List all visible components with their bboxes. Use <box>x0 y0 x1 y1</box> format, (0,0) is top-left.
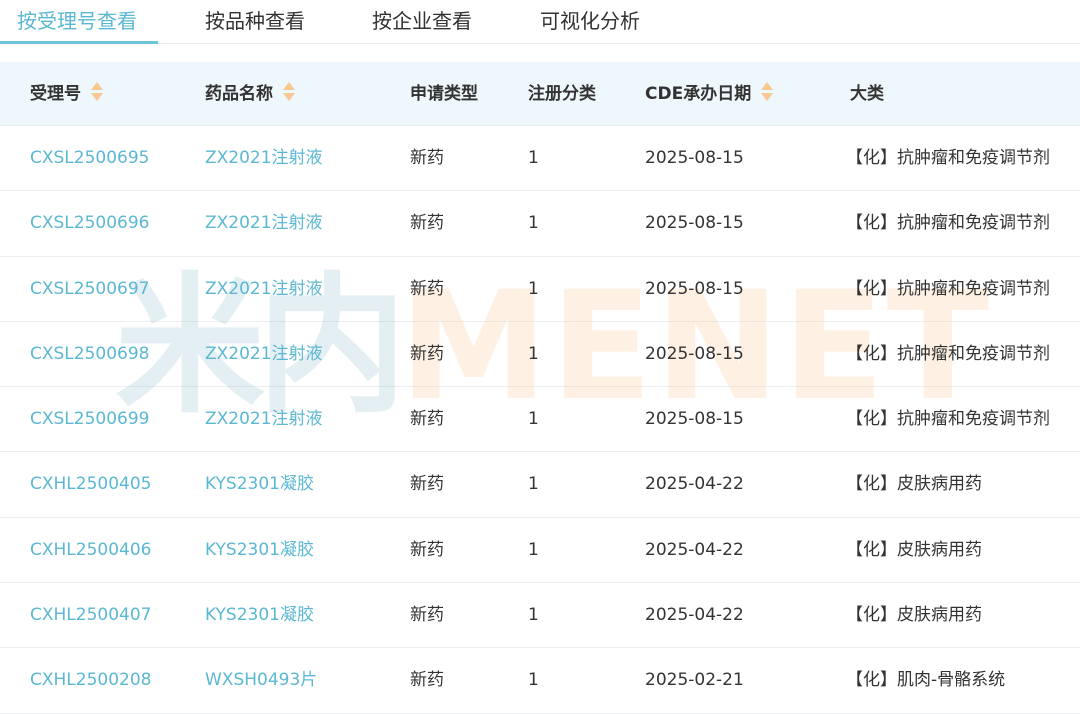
cde-date: 2025-02-21 <box>645 670 744 691</box>
table-row: CXHL2500405 KYS2301凝胶 新药 1 2025-04-22 【化… <box>0 452 1080 518</box>
drug-name-link[interactable]: WXSH0493片 <box>205 648 317 713</box>
table-row: CXHL2500406 KYS2301凝胶 新药 1 2025-04-22 【化… <box>0 517 1080 584</box>
drug-name-link[interactable]: KYS2301凝胶 <box>205 518 314 583</box>
column-header-registration-class: 注册分类 <box>528 84 596 104</box>
acceptance-number-link[interactable]: CXHL2500406 <box>30 518 151 583</box>
drug-name-link[interactable]: KYS2301凝胶 <box>205 452 314 517</box>
registration-class: 1 <box>528 278 539 299</box>
column-header-category: 大类 <box>850 84 884 104</box>
table-row: CXSL2500696 ZX2021注射液 新药 1 2025-08-15 【化… <box>0 191 1080 257</box>
tab-bar: 按受理号查看 按品种查看 按企业查看 可视化分析 <box>0 0 1080 44</box>
drug-name-link[interactable]: ZX2021注射液 <box>205 257 323 322</box>
active-tab-indicator <box>0 41 158 44</box>
acceptance-number-link[interactable]: CXSL2500696 <box>30 191 150 256</box>
acceptance-number-link[interactable]: CXSL2500699 <box>30 387 150 452</box>
table-row: CXSL2500695 ZX2021注射液 新药 1 2025-08-15 【化… <box>0 126 1080 192</box>
sort-icon[interactable] <box>761 81 774 103</box>
tab-by-acceptance-number[interactable]: 按受理号查看 <box>17 0 137 44</box>
category: 【化】抗肿瘤和免疫调节剂 <box>846 213 1050 234</box>
category: 【化】皮肤病用药 <box>846 474 982 495</box>
application-type: 新药 <box>410 148 444 168</box>
registration-class: 1 <box>528 148 539 168</box>
application-type: 新药 <box>410 278 444 299</box>
table-row: CXSL2500697 ZX2021注射液 新药 1 2025-08-15 【化… <box>0 256 1080 322</box>
application-type: 新药 <box>410 605 444 626</box>
application-type: 新药 <box>410 670 444 691</box>
table-row: CXSL2500698 ZX2021注射液 新药 1 2025-08-15 【化… <box>0 321 1080 388</box>
category: 【化】皮肤病用药 <box>846 539 982 560</box>
registration-class: 1 <box>528 539 539 560</box>
cde-date: 2025-04-22 <box>645 539 744 560</box>
registration-class: 1 <box>528 474 539 495</box>
drug-name-link[interactable]: KYS2301凝胶 <box>205 583 314 648</box>
column-header-label: 受理号 <box>30 84 81 104</box>
tab-by-variety[interactable]: 按品种查看 <box>205 0 305 44</box>
table-body: CXSL2500695 ZX2021注射液 新药 1 2025-08-15 【化… <box>0 126 1080 714</box>
tab-by-company[interactable]: 按企业查看 <box>372 0 472 44</box>
application-type: 新药 <box>410 213 444 234</box>
acceptance-number-link[interactable]: CXSL2500698 <box>30 322 150 387</box>
sort-icon[interactable] <box>283 81 295 103</box>
cde-date: 2025-04-22 <box>645 474 744 495</box>
cde-date: 2025-08-15 <box>645 278 744 299</box>
category: 【化】皮肤病用药 <box>846 605 982 626</box>
drug-name-link[interactable]: ZX2021注射液 <box>205 387 323 452</box>
registration-class: 1 <box>528 605 539 626</box>
tab-visual-analysis[interactable]: 可视化分析 <box>540 0 640 44</box>
registration-class: 1 <box>528 213 539 234</box>
cde-date: 2025-08-15 <box>645 148 744 168</box>
cde-date: 2025-08-15 <box>645 409 744 430</box>
sort-icon[interactable] <box>91 81 103 103</box>
category: 【化】抗肿瘤和免疫调节剂 <box>846 343 1050 364</box>
application-type: 新药 <box>410 409 444 430</box>
drug-name-link[interactable]: ZX2021注射液 <box>205 322 323 387</box>
column-header-application-type: 申请类型 <box>410 84 478 104</box>
drug-name-link[interactable]: ZX2021注射液 <box>205 191 323 256</box>
cde-date: 2025-08-15 <box>645 213 744 234</box>
table-row: CXHL2500208 WXSH0493片 新药 1 2025-02-21 【化… <box>0 648 1080 714</box>
acceptance-number-link[interactable]: CXHL2500407 <box>30 583 151 648</box>
cde-date: 2025-04-22 <box>645 605 744 626</box>
acceptance-number-link[interactable]: CXSL2500697 <box>30 257 150 322</box>
column-header-acceptance-number[interactable]: 受理号 <box>30 62 103 126</box>
application-type: 新药 <box>410 474 444 495</box>
category: 【化】抗肿瘤和免疫调节剂 <box>846 409 1050 430</box>
registration-class: 1 <box>528 670 539 691</box>
category: 【化】抗肿瘤和免疫调节剂 <box>846 148 1050 168</box>
table-row: CXHL2500407 KYS2301凝胶 新药 1 2025-04-22 【化… <box>0 583 1080 649</box>
registration-class: 1 <box>528 409 539 430</box>
column-header-label: CDE承办日期 <box>645 84 752 104</box>
acceptance-number-link[interactable]: CXHL2500208 <box>30 648 151 713</box>
acceptance-number-link[interactable]: CXSL2500695 <box>30 126 150 191</box>
column-header-cde-date[interactable]: CDE承办日期 <box>645 62 774 126</box>
cde-date: 2025-08-15 <box>645 343 744 364</box>
application-type: 新药 <box>410 539 444 560</box>
category: 【化】肌肉-骨骼系统 <box>846 670 1006 691</box>
drug-name-link[interactable]: ZX2021注射液 <box>205 126 323 191</box>
registration-class: 1 <box>528 343 539 364</box>
column-header-label: 药品名称 <box>205 84 273 104</box>
table-row: CXSL2500699 ZX2021注射液 新药 1 2025-08-15 【化… <box>0 387 1080 453</box>
table-header: 受理号 药品名称 申请类型 注册分类 CDE承办日期 大类 <box>0 62 1080 126</box>
acceptance-number-link[interactable]: CXHL2500405 <box>30 452 151 517</box>
category: 【化】抗肿瘤和免疫调节剂 <box>846 278 1050 299</box>
column-header-drug-name[interactable]: 药品名称 <box>205 62 295 126</box>
application-type: 新药 <box>410 343 444 364</box>
